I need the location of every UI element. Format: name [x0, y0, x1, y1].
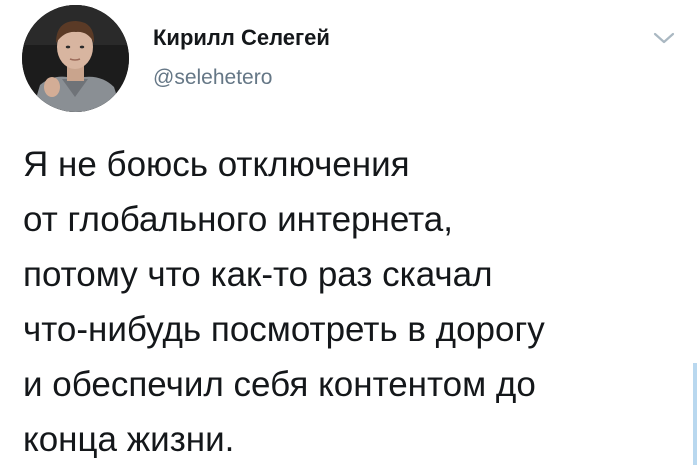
tweet-text-line: Я не боюсь отключения — [23, 145, 410, 184]
tweet-text: Я не боюсь отключения от глобального инт… — [23, 137, 683, 465]
edge-indicator — [693, 363, 697, 465]
tweet-card: Кирилл Селегей @selehetero Я не боюсь от… — [0, 0, 700, 465]
tweet-text-line: потому что как-то раз скачал — [23, 255, 493, 294]
chevron-down-icon[interactable] — [652, 30, 676, 46]
tweet-text-line: и обеспечил себя контентом до — [23, 365, 536, 404]
avatar-photo — [22, 5, 129, 112]
author-name[interactable]: Кирилл Селегей — [153, 25, 330, 51]
tweet-text-line: от глобального интернета, — [23, 200, 453, 239]
tweet-text-line: конца жизни. — [23, 420, 235, 459]
author-handle[interactable]: @selehetero — [153, 66, 272, 90]
tweet-text-line: что-нибудь посмотреть в дорогу — [23, 310, 545, 349]
author-avatar[interactable] — [22, 5, 129, 112]
